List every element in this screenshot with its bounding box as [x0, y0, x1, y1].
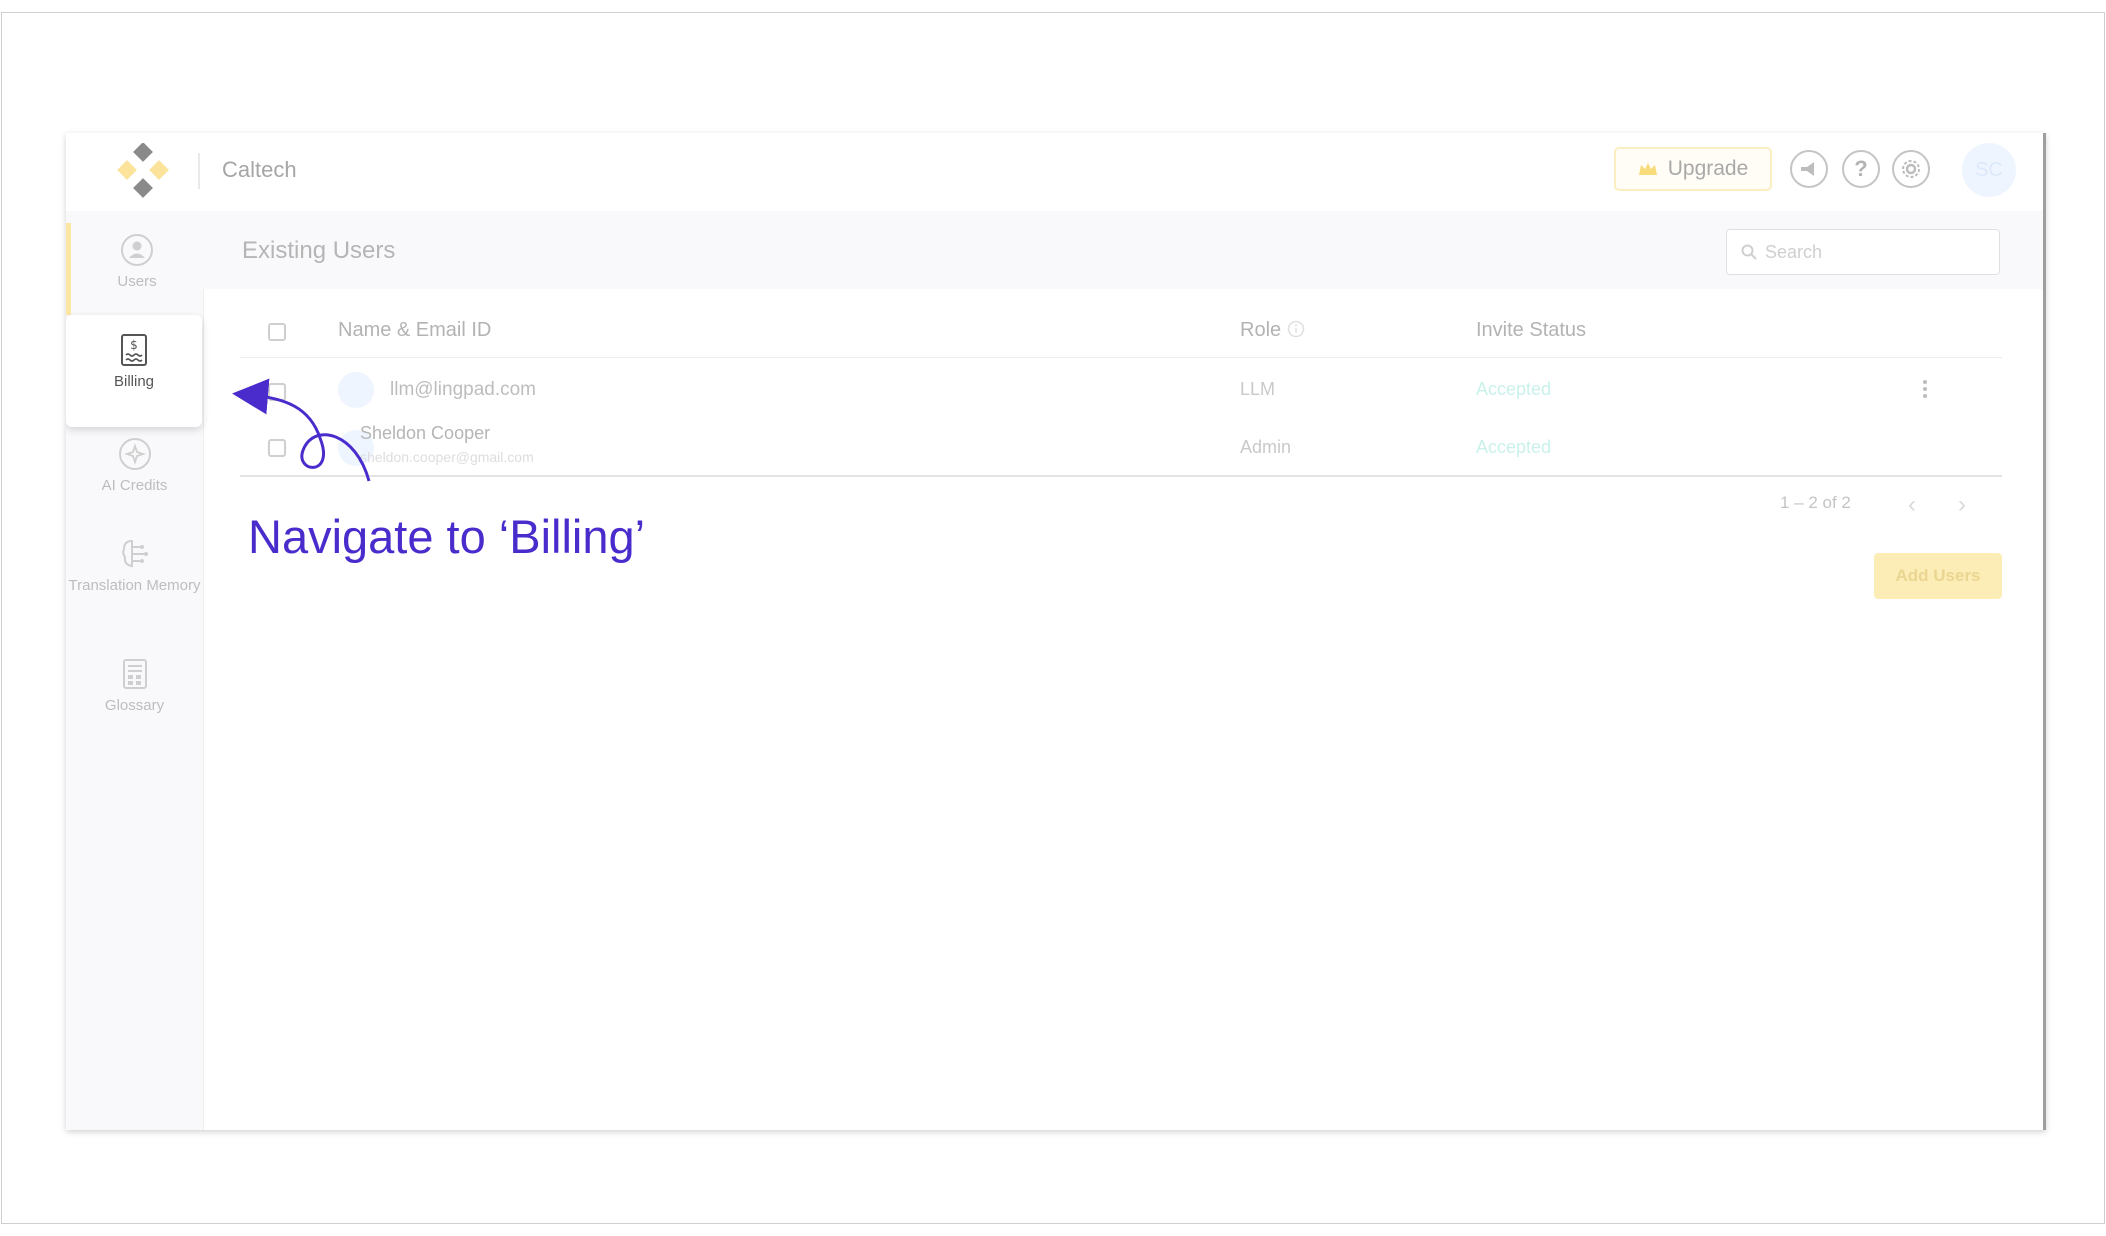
table-header: Name & Email ID Role Invite Status: [240, 299, 2002, 358]
sidebar-item-users[interactable]: Users: [66, 223, 203, 315]
column-header-role-label: Role: [1240, 319, 1282, 341]
table-divider: [240, 475, 2002, 477]
sidebar-item-translation-memory[interactable]: Translation Memory: [66, 537, 203, 595]
row-checkbox[interactable]: [268, 383, 286, 401]
org-name: Caltech: [222, 157, 297, 182]
sidebar-item-glossary[interactable]: Glossary: [66, 657, 203, 714]
column-header-name: Name & Email ID: [338, 319, 492, 341]
user-email: sheldon.cooper@gmail.com: [360, 449, 534, 465]
translation-memory-icon: [121, 539, 148, 568]
user-name: llm@lingpad.com: [390, 379, 537, 400]
sidebar-item-label: Users: [117, 273, 157, 290]
page-title: Existing Users: [242, 237, 396, 264]
settings-icon[interactable]: [1892, 150, 1930, 188]
status-badge: Accepted: [1476, 437, 1552, 457]
info-icon[interactable]: [1287, 320, 1305, 338]
sidebar-item-label: AI Credits: [101, 477, 168, 494]
table-row[interactable]: Sheldon Cooper sheldon.cooper@gmail.com …: [240, 417, 2002, 475]
sidebar: Users $ Billing AI Credits Translation M…: [66, 211, 204, 1130]
user-role: Admin: [1240, 437, 1292, 457]
column-header-invite-status: Invite Status: [1476, 319, 1587, 341]
more-vertical-icon[interactable]: [1920, 377, 1930, 401]
crown-icon: [1638, 163, 1657, 175]
user-role: LLM: [1240, 379, 1276, 399]
avatar: [338, 372, 374, 408]
annotation-text: Navigate to ‘Billing’: [248, 510, 646, 563]
sidebar-item-label: Glossary: [104, 697, 165, 714]
users-icon: [121, 234, 153, 266]
megaphone-icon[interactable]: [1790, 150, 1828, 188]
status-badge: Accepted: [1476, 379, 1552, 399]
row-checkbox[interactable]: [268, 439, 286, 457]
chevron-right-icon[interactable]: ›: [1958, 491, 1966, 519]
sidebar-item-label: Translation Memory: [68, 577, 201, 594]
search-placeholder: Search: [1765, 241, 1823, 262]
user-name: Sheldon Cooper: [360, 423, 491, 443]
logo-icon[interactable]: [114, 143, 172, 201]
table-row[interactable]: llm@lingpad.com LLM Accepted: [240, 359, 2002, 417]
pagination-info: 1 – 2 of 2: [1780, 493, 1851, 512]
upgrade-label: Upgrade: [1667, 157, 1749, 180]
sidebar-item-billing[interactable]: $ Billing: [66, 315, 202, 427]
sidebar-item-ai-credits[interactable]: AI Credits: [66, 437, 203, 494]
billing-icon: $: [121, 334, 147, 366]
column-header-role: Role: [1240, 319, 1305, 342]
user-avatar[interactable]: SC: [1962, 143, 2016, 197]
help-icon[interactable]: ?: [1842, 150, 1880, 188]
ai-credits-icon: [118, 438, 151, 470]
sidebar-item-label: Billing: [113, 373, 155, 390]
add-users-button[interactable]: Add Users: [1874, 553, 2002, 599]
top-bar: Caltech Upgrade ? SC: [66, 133, 2043, 212]
svg-text:$: $: [130, 338, 138, 352]
select-all-checkbox[interactable]: [268, 323, 286, 341]
app-window: Caltech Upgrade ? SC Users $ Billing AI …: [66, 133, 2046, 1130]
header-divider: [198, 153, 200, 189]
chevron-left-icon[interactable]: ‹: [1908, 491, 1916, 519]
upgrade-button[interactable]: Upgrade: [1614, 147, 1772, 191]
search-input[interactable]: Search: [1726, 229, 2000, 275]
screenshot-frame: Caltech Upgrade ? SC Users $ Billing AI …: [1, 12, 2105, 1224]
glossary-icon: [122, 659, 147, 689]
search-icon: [1741, 244, 1757, 260]
